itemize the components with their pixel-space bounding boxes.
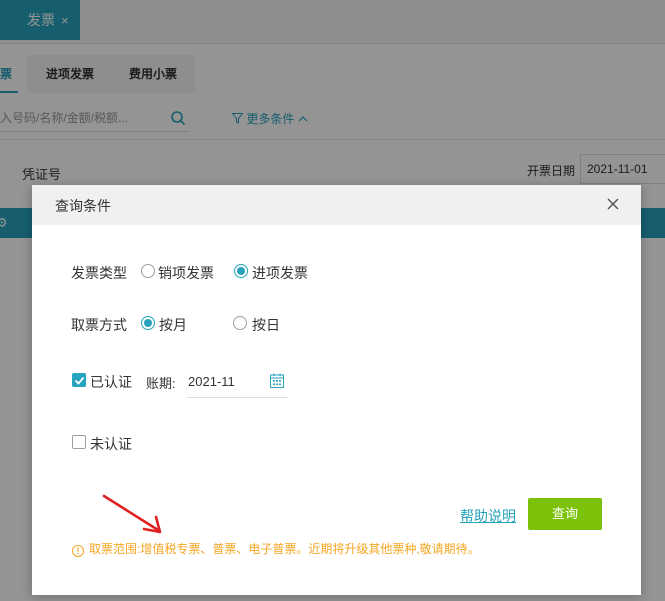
radio-by-month-label[interactable]: 按月: [159, 315, 187, 335]
radio-by-day-label[interactable]: 按日: [252, 315, 280, 335]
note-prefix: 取票范围:: [89, 542, 141, 556]
radio-input-invoice[interactable]: [234, 264, 248, 278]
dialog-header: 查询条件: [32, 185, 641, 225]
unverified-checkbox[interactable]: [72, 435, 86, 449]
calendar-icon[interactable]: [270, 373, 284, 388]
period-date-input[interactable]: 2021-11: [187, 372, 287, 398]
check-icon: [74, 376, 85, 385]
radio-sales-invoice[interactable]: [141, 264, 155, 278]
invoice-type-label: 发票类型: [71, 265, 127, 281]
annotation-arrow-icon: [102, 494, 162, 534]
radio-sales-invoice-label[interactable]: 销项发票: [158, 263, 214, 283]
dialog-title: 查询条件: [55, 198, 111, 214]
fetch-scope-note: ! 取票范围:增值税专票、普票、电子普票。近期将升级其他票种,敬请期待。: [72, 540, 480, 557]
radio-by-month[interactable]: [141, 316, 155, 330]
radio-input-invoice-label[interactable]: 进项发票: [252, 263, 308, 283]
period-date-value: 2021-11: [188, 374, 235, 389]
verified-checkbox[interactable]: [72, 373, 86, 387]
query-button[interactable]: 查询: [528, 498, 602, 530]
help-link[interactable]: 帮助说明: [460, 506, 516, 526]
unverified-label[interactable]: 未认证: [90, 434, 132, 454]
note-text: 增值税专票、普票、电子普票。近期将升级其他票种,敬请期待。: [140, 542, 480, 556]
verified-label[interactable]: 已认证: [90, 372, 132, 392]
fetch-method-label: 取票方式: [71, 317, 127, 333]
radio-by-day[interactable]: [233, 316, 247, 330]
exclamation-icon: !: [72, 545, 84, 557]
period-label: 账期:: [146, 376, 176, 391]
close-icon[interactable]: [605, 196, 621, 212]
